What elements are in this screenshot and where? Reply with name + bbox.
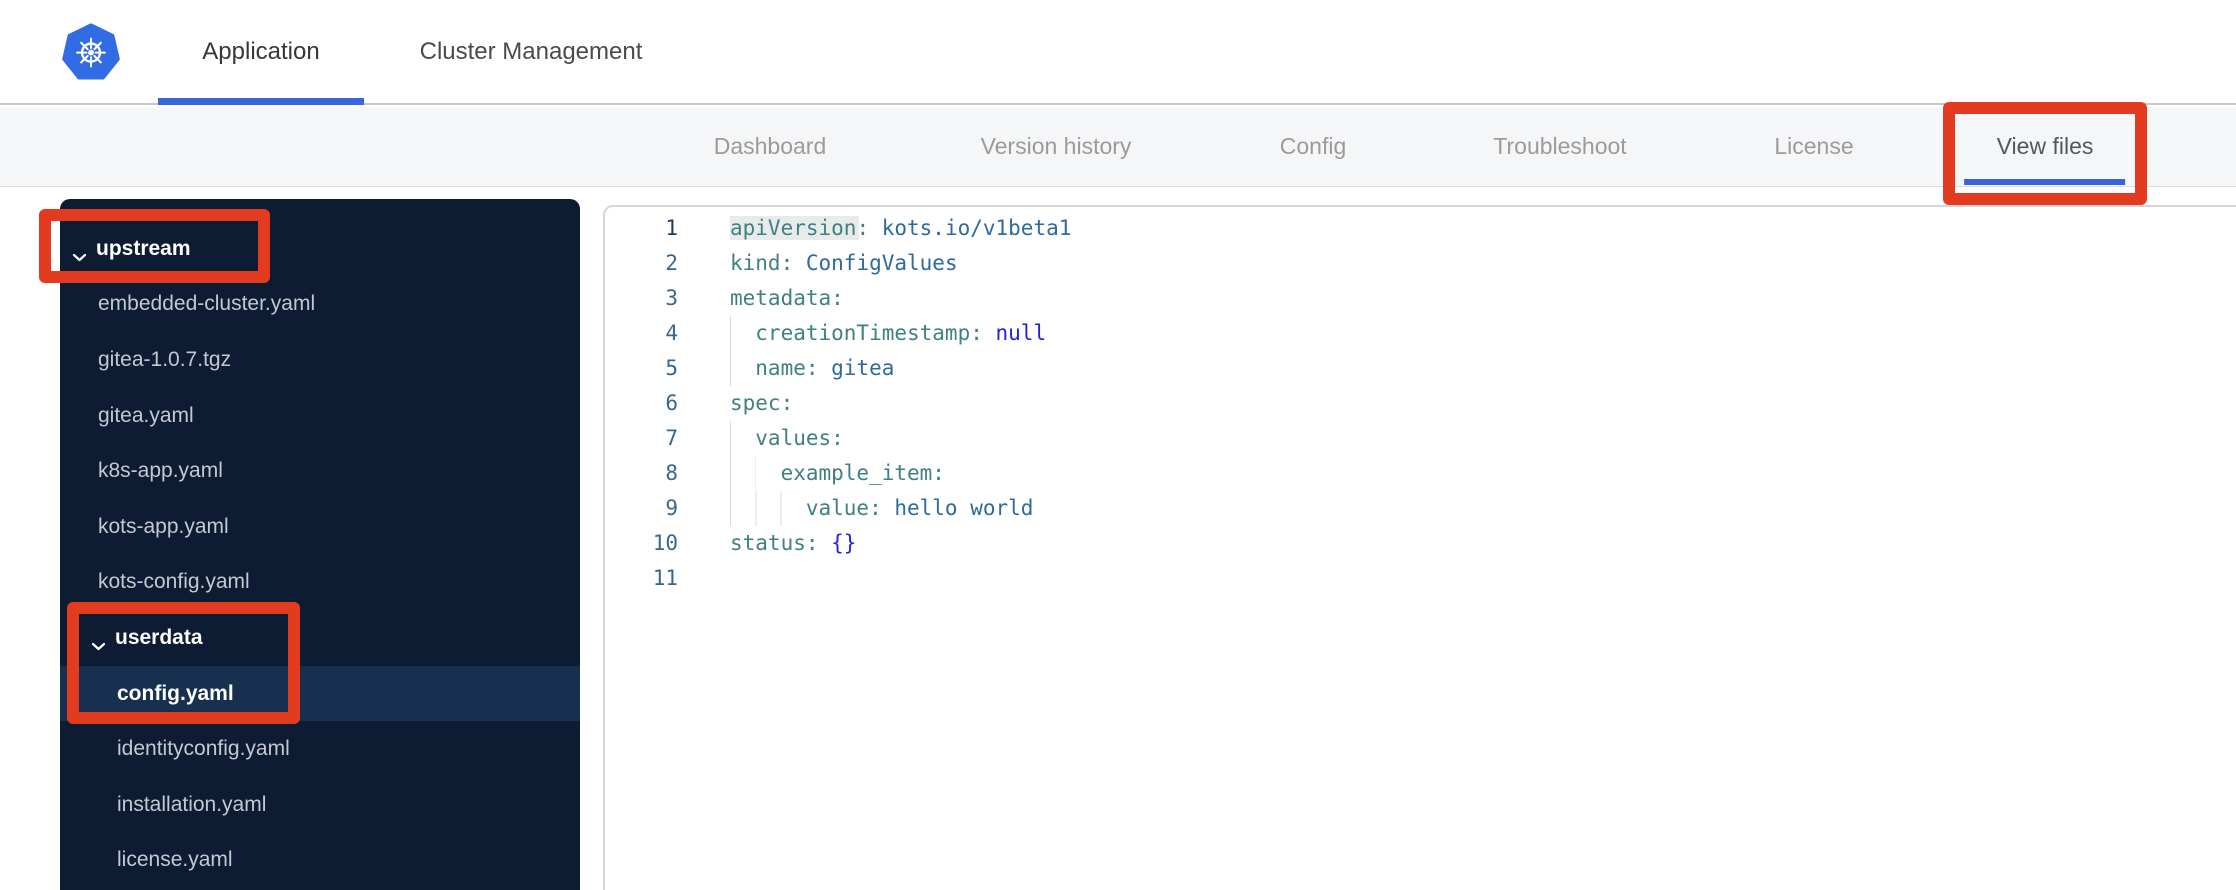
tab-cluster-management-label: Cluster Management [419, 37, 643, 65]
code-colon: : [856, 216, 870, 240]
code-key: status [730, 531, 806, 555]
line-number: 1 [665, 216, 678, 240]
tree-file-installation[interactable]: installation.yaml [60, 777, 580, 833]
tab-view-files[interactable]: View files [1964, 107, 2126, 186]
code-line: 1 apiVersion: kots.io/v1beta1 [605, 211, 2236, 246]
tree-folder-label: userdata [115, 625, 203, 649]
line-number: 5 [665, 356, 678, 380]
code-key: metadata [730, 286, 832, 310]
tab-version-history[interactable]: Version history [981, 107, 1132, 186]
tree-file-kots-app[interactable]: kots-app.yaml [60, 499, 580, 555]
top-header: Application Cluster Management [0, 0, 2236, 105]
code-value: {} [831, 531, 857, 555]
code-line: 8 example_item: [605, 456, 2236, 491]
code-colon: : [932, 461, 945, 485]
tree-folder-userdata[interactable]: userdata [60, 610, 580, 666]
code-value: gitea [831, 356, 895, 380]
kubernetes-logo-icon [62, 23, 120, 81]
line-number: 2 [665, 251, 678, 275]
line-number: 8 [665, 461, 678, 485]
code-colon: : [780, 251, 794, 275]
tree-file-label: kots-config.yaml [98, 570, 250, 594]
tree-file-embedded-cluster[interactable]: embedded-cluster.yaml [60, 277, 580, 333]
code-line: 10 status: {} [605, 526, 2236, 561]
tab-version-history-label: Version history [980, 133, 1132, 159]
code-key: value [805, 496, 870, 520]
line-number: 11 [652, 566, 678, 590]
code-key: name [755, 356, 806, 380]
code-colon: : [780, 391, 794, 415]
code-line: 11 [605, 561, 2236, 596]
tab-license-label: License [1774, 133, 1854, 159]
tab-view-files-label: View files [1996, 133, 2094, 159]
code-line: 4 creationTimestamp: null [605, 316, 2236, 351]
code-line: 5 name: gitea [605, 351, 2236, 386]
tab-dashboard-label: Dashboard [713, 133, 827, 159]
tab-license[interactable]: License [1774, 107, 1853, 186]
tree-file-config-yaml-selected[interactable]: config.yaml [60, 665, 580, 722]
tree-file-label: gitea-1.0.7.tgz [98, 347, 232, 371]
tab-config-label: Config [1279, 133, 1347, 159]
code-line: 6 spec: [605, 386, 2236, 421]
code-colon: : [970, 321, 983, 345]
tree-file-label: license.yaml [117, 848, 233, 872]
chevron-down-icon [91, 633, 106, 651]
tab-cluster-management[interactable]: Cluster Management [386, 0, 676, 103]
tree-file-label: identityconfig.yaml [117, 737, 290, 761]
line-number: 3 [665, 286, 678, 310]
code-key: spec [730, 391, 781, 415]
tree-file-k8s-app[interactable]: k8s-app.yaml [60, 443, 580, 499]
tree-file-label: kots-app.yaml [98, 514, 229, 538]
tree-file-label: k8s-app.yaml [98, 459, 223, 483]
tree-file-license[interactable]: license.yaml [60, 833, 580, 889]
tree-file-identityconfig[interactable]: identityconfig.yaml [60, 721, 580, 777]
code-line: 7 values: [605, 421, 2236, 456]
code-key: values [755, 426, 832, 450]
tree-file-label: installation.yaml [117, 792, 267, 816]
chevron-down-icon [72, 244, 87, 262]
line-number: 7 [665, 426, 678, 450]
tree-folder-label: upstream [96, 236, 191, 260]
code-key: creationTimestamp [755, 321, 971, 345]
tab-dashboard[interactable]: Dashboard [714, 107, 827, 186]
line-number: 6 [665, 391, 678, 415]
tree-folder-upstream[interactable]: upstream [60, 221, 580, 277]
line-number: 4 [665, 321, 678, 345]
code-colon: : [869, 496, 882, 520]
yaml-code-editor[interactable]: 1 apiVersion: kots.io/v1beta1 2 kind: Conf… [603, 205, 2236, 890]
active-tab-underline [1964, 179, 2126, 185]
line-number: 9 [665, 496, 678, 520]
tab-application-label: Application [202, 37, 320, 65]
code-colon: : [805, 356, 819, 380]
tree-file-kots-config[interactable]: kots-config.yaml [60, 555, 580, 611]
code-colon: : [805, 531, 819, 555]
tab-config[interactable]: Config [1280, 107, 1346, 186]
tree-file-gitea-tgz[interactable]: gitea-1.0.7.tgz [60, 332, 580, 388]
tree-file-label: config.yaml [117, 681, 234, 705]
code-colon: : [831, 426, 844, 450]
code-key: example_item [780, 461, 933, 485]
code-value: hello world [894, 496, 1034, 520]
code-line: 3 metadata: [605, 281, 2236, 316]
code-value: kots.io/v1beta1 [881, 216, 1072, 240]
app-subnav: Dashboard Version history Config Trouble… [0, 107, 2236, 187]
tree-file-gitea-yaml[interactable]: gitea.yaml [60, 388, 580, 444]
line-number: 10 [652, 531, 678, 555]
file-tree-sidebar: upstream embedded-cluster.yaml gitea-1.0… [60, 199, 580, 890]
code-value: ConfigValues [805, 251, 958, 275]
code-key: kind [730, 251, 781, 275]
tree-file-label: embedded-cluster.yaml [98, 292, 316, 316]
tab-troubleshoot-label: Troubleshoot [1493, 133, 1627, 159]
tab-application[interactable]: Application [158, 0, 364, 105]
code-key: apiVersion [730, 216, 857, 240]
code-line: 2 kind: ConfigValues [605, 246, 2236, 281]
code-value: null [995, 321, 1047, 345]
code-colon: : [831, 286, 844, 310]
tree-file-label: gitea.yaml [98, 403, 194, 427]
tab-troubleshoot[interactable]: Troubleshoot [1493, 107, 1626, 186]
code-line: 9 value: hello world [605, 491, 2236, 526]
